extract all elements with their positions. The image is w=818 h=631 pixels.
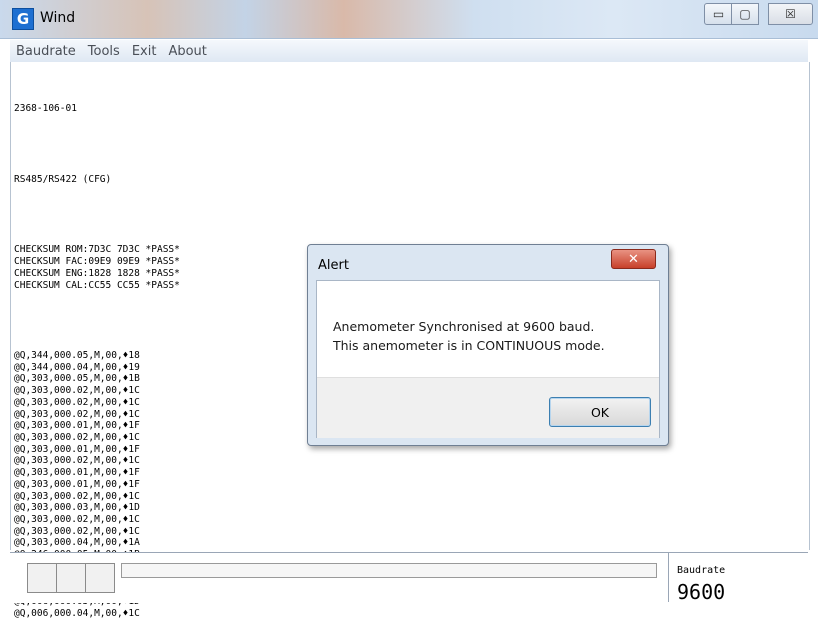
checksum-line: CHECKSUM CAL:CC55 CC55 *PASS* xyxy=(14,279,180,291)
progress-bar xyxy=(121,563,657,578)
reading-line: @Q,006,000.04,M,00,♦1C xyxy=(14,607,140,619)
reading-line: @Q,303,000.02,M,00,♦1C xyxy=(14,408,140,420)
title-bar: G Wind ▭ ▢ ☒ xyxy=(0,0,818,39)
serial-log: 2368-106-01 RS485/RS422 (CFG) CHECKSUM R… xyxy=(14,80,180,631)
log-model-line: 2368-106-01 xyxy=(14,103,77,115)
menu-item-tools[interactable]: Tools xyxy=(82,44,126,59)
reading-line: @Q,303,000.01,M,00,♦1F xyxy=(14,443,140,455)
reading-line: @Q,344,000.05,M,00,♦18 xyxy=(14,350,140,362)
reading-line: @Q,303,000.02,M,00,♦1C xyxy=(14,431,140,443)
minimize-button[interactable]: ▭ xyxy=(704,3,733,25)
reading-line: @Q,303,000.02,M,00,♦1C xyxy=(14,513,140,525)
checksum-line: CHECKSUM FAC:09E9 09E9 *PASS* xyxy=(14,256,180,268)
reading-line: @Q,303,000.02,M,00,♦1C xyxy=(14,455,140,467)
status-indicator-1 xyxy=(27,563,57,593)
alert-close-button[interactable]: ✕ xyxy=(611,249,656,269)
window-title: Wind xyxy=(40,10,76,26)
app-logo-icon: G xyxy=(12,8,34,30)
reading-line: @Q,303,000.04,M,00,♦1A xyxy=(14,537,140,549)
reading-line: @Q,303,000.02,M,00,♦1C xyxy=(14,385,140,397)
menu-bar: Baudrate Tools Exit About xyxy=(10,40,808,63)
minimize-icon: ▭ xyxy=(712,7,725,21)
reading-line: @Q,344,000.04,M,00,♦19 xyxy=(14,361,140,373)
menu-item-baudrate[interactable]: Baudrate xyxy=(10,44,82,59)
maximize-icon: ▢ xyxy=(739,7,751,21)
close-button[interactable]: ☒ xyxy=(768,3,813,25)
alert-dialog: Alert ✕ Anemometer Synchronised at 9600 … xyxy=(307,244,669,446)
reading-line: @Q,303,000.01,M,00,♦1F xyxy=(14,420,140,432)
status-indicator-2 xyxy=(56,563,86,593)
reading-line: @Q,303,000.03,M,00,♦1D xyxy=(14,502,140,514)
ok-button[interactable]: OK xyxy=(549,397,651,427)
checksum-lines: CHECKSUM ROM:7D3C 7D3C *PASS* CHECKSUM FA… xyxy=(14,244,180,291)
status-indicator-3 xyxy=(85,563,115,593)
close-icon: ✕ xyxy=(628,251,639,267)
alert-body: Anemometer Synchronised at 9600 baud. Th… xyxy=(316,280,660,438)
alert-message-line-1: Anemometer Synchronised at 9600 baud. xyxy=(333,319,595,334)
reading-line: @Q,303,000.01,M,00,♦1F xyxy=(14,478,140,490)
reading-line: @Q,303,000.02,M,00,♦1C xyxy=(14,525,140,537)
reading-line: @Q,303,000.02,M,00,♦1C xyxy=(14,396,140,408)
checksum-line: CHECKSUM ROM:7D3C 7D3C *PASS* xyxy=(14,244,180,256)
alert-message-line-2: This anemometer is in CONTINUOUS mode. xyxy=(333,338,605,353)
menu-item-about[interactable]: About xyxy=(162,44,212,59)
reading-line: @Q,303,000.01,M,00,♦1F xyxy=(14,467,140,479)
baudrate-label: Baudrate xyxy=(677,565,726,576)
close-icon: ☒ xyxy=(785,7,796,21)
maximize-button[interactable]: ▢ xyxy=(731,3,759,25)
alert-message: Anemometer Synchronised at 9600 baud. Th… xyxy=(333,317,605,355)
reading-line: @Q,303,000.05,M,00,♦1B xyxy=(14,373,140,385)
alert-title: Alert xyxy=(318,258,349,273)
reading-line: @Q,303,000.02,M,00,♦1C xyxy=(14,490,140,502)
checksum-line: CHECKSUM ENG:1828 1828 *PASS* xyxy=(14,267,180,279)
menu-item-exit[interactable]: Exit xyxy=(126,44,163,59)
log-mode-line: RS485/RS422 (CFG) xyxy=(14,173,112,185)
baudrate-value: 9600 xyxy=(677,580,726,604)
